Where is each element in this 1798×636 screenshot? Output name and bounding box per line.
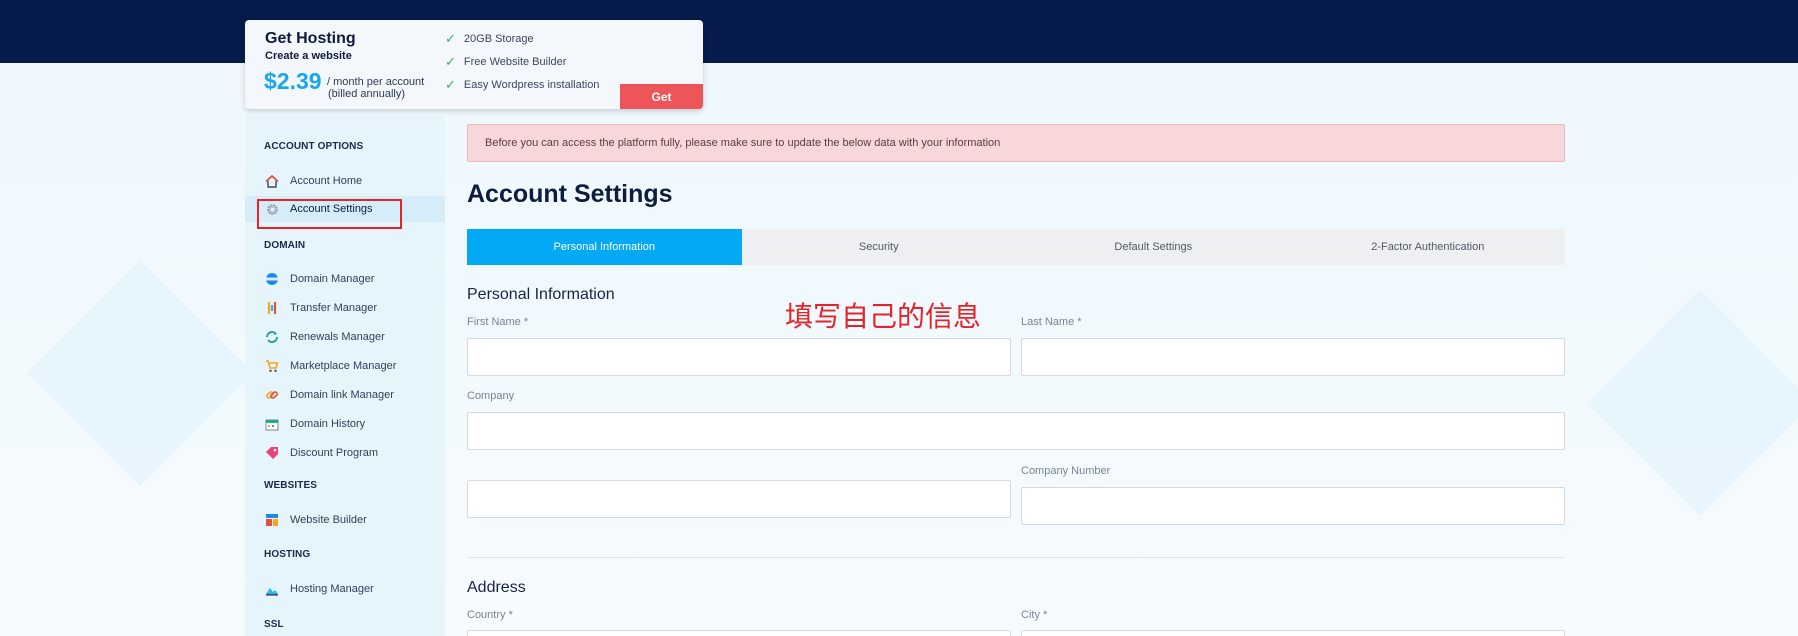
annotation-highlight-box bbox=[257, 199, 402, 229]
sidebar-item-hosting-manager[interactable]: Hosting Manager bbox=[245, 576, 445, 602]
promo-feature-label: Easy Wordpress installation bbox=[463, 79, 600, 91]
annotation-text: 填写自己的信息 bbox=[785, 301, 982, 332]
transfer-icon bbox=[264, 300, 280, 316]
sidebar-item-label: Renewals Manager bbox=[290, 331, 385, 343]
sidebar-heading-hosting: HOSTING bbox=[264, 549, 311, 560]
sidebar: ACCOUNT OPTIONS Account Home Account Set… bbox=[245, 113, 445, 636]
company-number-input[interactable] bbox=[1021, 487, 1565, 525]
section-divider bbox=[467, 557, 1565, 558]
promo-price-note: / month per account (billed annually) bbox=[327, 76, 424, 100]
city-label: City * bbox=[1021, 609, 1048, 621]
globe-icon bbox=[264, 271, 280, 287]
price-note-line-2: (billed annually) bbox=[328, 88, 406, 100]
cart-icon bbox=[264, 358, 280, 374]
additional-company-input[interactable] bbox=[467, 480, 1011, 518]
price-note-line-1: / month per account bbox=[327, 76, 425, 88]
first-name-label: First Name * bbox=[467, 316, 529, 328]
tab-2-factor-authentication[interactable]: 2-Factor Authentication bbox=[1291, 229, 1566, 265]
sidebar-item-label: Domain History bbox=[290, 418, 366, 430]
sidebar-item-domain-link-manager[interactable]: Domain link Manager bbox=[245, 382, 445, 408]
country-label: Country * bbox=[467, 609, 513, 621]
sidebar-item-transfer-manager[interactable]: Transfer Manager bbox=[245, 295, 445, 321]
sidebar-item-label: Hosting Manager bbox=[290, 583, 374, 595]
hosting-promo-card: Get Hosting Create a website $2.39 / mon… bbox=[245, 20, 703, 109]
company-number-label: Company Number bbox=[1021, 465, 1111, 477]
promo-feature: ✓ Free Website Builder bbox=[445, 54, 566, 70]
builder-icon bbox=[264, 512, 280, 528]
promo-feature-label: 20GB Storage bbox=[463, 33, 534, 45]
promo-subtitle: Create a website bbox=[265, 50, 352, 62]
home-icon bbox=[264, 173, 280, 189]
link-icon bbox=[264, 387, 280, 403]
sidebar-item-label: Marketplace Manager bbox=[290, 360, 397, 372]
refresh-icon bbox=[264, 329, 280, 345]
company-label: Company bbox=[467, 390, 515, 402]
sidebar-item-label: Transfer Manager bbox=[290, 302, 378, 314]
tag-icon bbox=[264, 445, 280, 461]
company-input[interactable] bbox=[467, 412, 1565, 450]
sidebar-heading-ssl: SSL bbox=[264, 619, 284, 630]
country-select[interactable] bbox=[467, 630, 1011, 636]
calendar-icon bbox=[264, 416, 280, 432]
sidebar-heading-domain: DOMAIN bbox=[264, 240, 306, 251]
update-info-alert: Before you can access the platform fully… bbox=[467, 124, 1565, 162]
last-name-label: Last Name * bbox=[1021, 316, 1082, 328]
sidebar-item-label: Domain link Manager bbox=[290, 389, 394, 401]
promo-feature: ✓ 20GB Storage bbox=[445, 31, 534, 47]
personal-information-heading: Personal Information bbox=[467, 286, 615, 303]
background-decoration bbox=[26, 259, 254, 487]
address-heading: Address bbox=[467, 579, 526, 596]
sidebar-item-label: Account Home bbox=[290, 175, 363, 187]
server-icon bbox=[264, 581, 280, 597]
promo-price: $2.39 bbox=[264, 68, 322, 94]
tab-personal-information[interactable]: Personal Information bbox=[467, 229, 742, 265]
settings-tabs: Personal Information Security Default Se… bbox=[467, 229, 1565, 265]
sidebar-item-discount-program[interactable]: Discount Program bbox=[245, 440, 445, 466]
promo-feature: ✓ Easy Wordpress installation bbox=[445, 77, 599, 93]
check-icon: ✓ bbox=[445, 77, 456, 92]
last-name-input[interactable] bbox=[1021, 338, 1565, 376]
first-name-input[interactable] bbox=[467, 338, 1011, 376]
sidebar-item-renewals-manager[interactable]: Renewals Manager bbox=[245, 324, 445, 350]
tab-security[interactable]: Security bbox=[742, 229, 1017, 265]
page-title: Account Settings bbox=[467, 180, 673, 208]
sidebar-item-label: Discount Program bbox=[290, 447, 379, 459]
sidebar-item-domain-manager[interactable]: Domain Manager bbox=[245, 266, 445, 292]
promo-title: Get Hosting bbox=[265, 30, 356, 47]
promo-feature-label: Free Website Builder bbox=[463, 56, 567, 68]
sidebar-item-label: Domain Manager bbox=[290, 273, 375, 285]
sidebar-item-website-builder[interactable]: Website Builder bbox=[245, 507, 445, 533]
check-icon: ✓ bbox=[445, 31, 456, 46]
sidebar-item-label: Website Builder bbox=[290, 514, 367, 526]
sidebar-item-domain-history[interactable]: Domain History bbox=[245, 411, 445, 437]
sidebar-heading-account-options: ACCOUNT OPTIONS bbox=[264, 141, 364, 152]
sidebar-item-marketplace-manager[interactable]: Marketplace Manager bbox=[245, 353, 445, 379]
get-hosting-button[interactable]: Get bbox=[620, 84, 703, 109]
tab-default-settings[interactable]: Default Settings bbox=[1016, 229, 1291, 265]
background-decoration bbox=[1586, 289, 1798, 517]
sidebar-item-account-home[interactable]: Account Home bbox=[245, 168, 445, 194]
city-input[interactable] bbox=[1021, 630, 1565, 636]
check-icon: ✓ bbox=[445, 54, 456, 69]
sidebar-heading-websites: WEBSITES bbox=[264, 480, 318, 491]
